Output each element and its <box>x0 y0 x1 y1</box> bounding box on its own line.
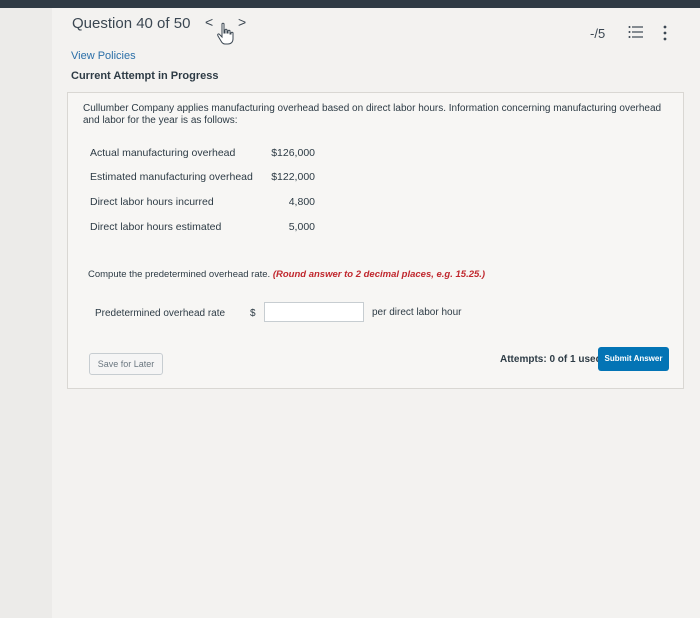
list-icon[interactable] <box>628 25 644 39</box>
cursor-hand-icon <box>217 22 234 45</box>
question-prompt: Cullumber Company applies manufacturing … <box>83 103 662 126</box>
save-for-later-button[interactable]: Save for Later <box>89 353 163 375</box>
top-bar <box>0 0 700 8</box>
question-card <box>67 92 684 389</box>
data-row-value: $122,000 <box>271 171 315 183</box>
data-row-value: 4,800 <box>288 196 315 208</box>
kebab-menu-icon[interactable] <box>662 25 668 41</box>
view-policies-link[interactable]: View Policies <box>71 50 136 62</box>
question-instruction: Compute the predetermined overhead rate.… <box>88 269 485 280</box>
score-indicator: -/5 <box>590 26 606 41</box>
currency-symbol: $ <box>250 308 256 319</box>
data-row-label: Direct labor hours incurred <box>90 196 214 208</box>
previous-question-button[interactable]: < <box>205 14 213 30</box>
data-row-value: $126,000 <box>271 147 315 159</box>
data-row-label: Direct labor hours estimated <box>90 221 222 233</box>
answer-unit: per direct labor hour <box>372 307 462 318</box>
data-row-label: Estimated manufacturing overhead <box>90 171 253 183</box>
rounding-hint: (Round answer to 2 decimal places, e.g. … <box>272 269 486 280</box>
submit-answer-button[interactable]: Submit Answer <box>598 347 669 371</box>
next-question-button[interactable]: > <box>238 14 246 30</box>
attempts-counter: Attempts: 0 of 1 used <box>500 354 602 365</box>
data-row-value: 5,000 <box>288 221 315 233</box>
question-title: Question 40 of 50 <box>72 15 191 32</box>
attempt-status: Current Attempt in Progress <box>71 70 219 82</box>
answer-label: Predetermined overhead rate <box>95 308 226 319</box>
answer-input[interactable] <box>264 302 364 322</box>
instruction-text: Compute the predetermined overhead rate. <box>88 269 271 280</box>
data-row-label: Actual manufacturing overhead <box>90 147 236 159</box>
